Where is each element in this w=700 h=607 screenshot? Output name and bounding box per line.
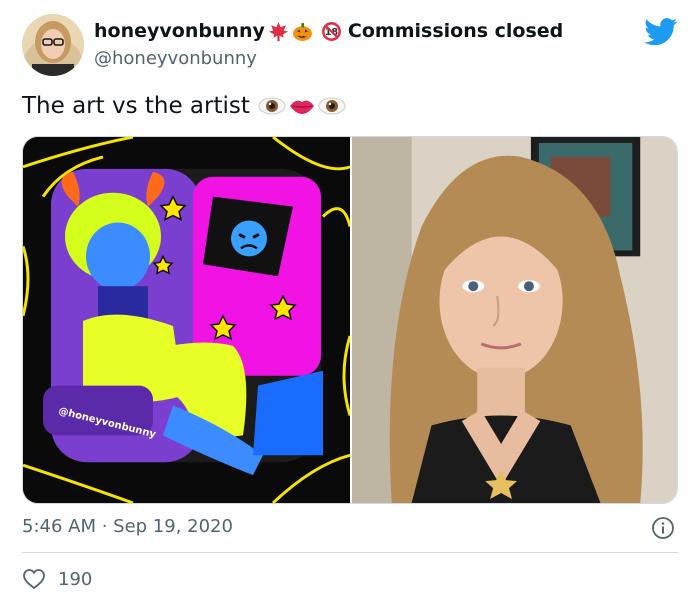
tweet-timestamp[interactable]: 5:46 AM · Sep 19, 2020 — [22, 516, 233, 537]
artwork-image[interactable]: @honeyvonbunny — [23, 137, 350, 503]
jack-o-lantern-icon — [292, 21, 313, 42]
media-grid: @honeyvonbunny — [22, 136, 678, 504]
like-count: 190 — [58, 568, 93, 590]
like-button[interactable]: 190 — [22, 567, 92, 591]
tweet-text: The art vs the artist — [22, 93, 250, 119]
display-name-row[interactable]: honeyvonbunny 18 Commissions closed — [94, 20, 563, 42]
twitter-bird-icon[interactable] — [644, 18, 678, 46]
no-under-18-icon: 18 — [321, 21, 342, 42]
eye-icon — [318, 97, 346, 115]
maple-leaf-icon — [268, 21, 289, 42]
info-icon[interactable] — [651, 516, 675, 540]
divider-line — [22, 552, 678, 553]
user-handle[interactable]: @honeyvonbunny — [94, 48, 257, 69]
display-name[interactable]: honeyvonbunny — [94, 20, 265, 42]
lips-icon — [289, 100, 314, 114]
heart-icon[interactable] — [22, 567, 46, 591]
artist-photo[interactable] — [352, 137, 677, 503]
tweet-text-row: The art vs the artist — [22, 93, 346, 119]
eye-icon — [258, 97, 286, 115]
status-text: Commissions closed — [347, 20, 564, 42]
avatar[interactable] — [22, 14, 84, 76]
